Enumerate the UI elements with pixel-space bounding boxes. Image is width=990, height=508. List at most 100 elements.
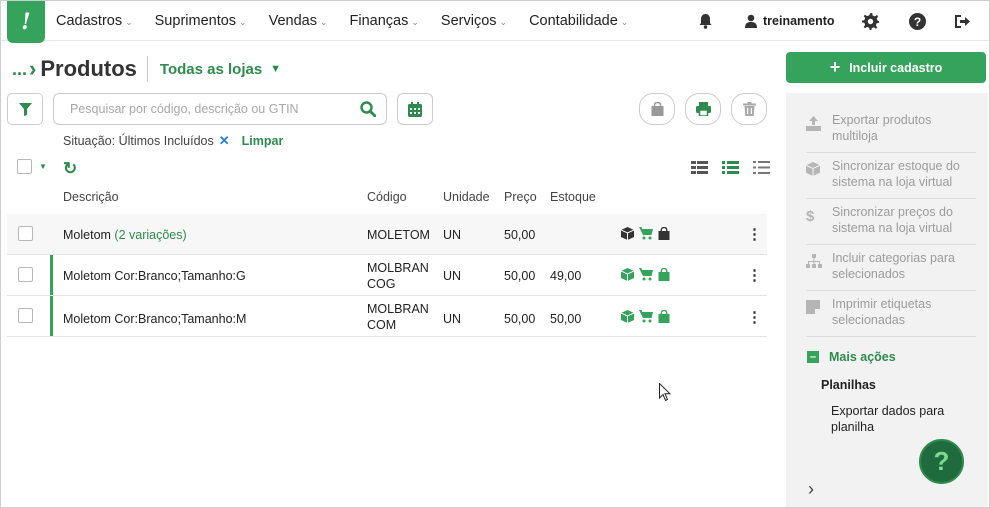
chevron-down-icon: ⌄: [125, 16, 133, 27]
breadcrumb-dots[interactable]: ...: [12, 59, 27, 80]
printer-icon: [695, 102, 711, 116]
menu-suprimentos[interactable]: Suprimentos ⌄: [155, 13, 247, 29]
table-row[interactable]: Moletom Cor:Branco;Tamanho:G MOLBRAN COG …: [7, 255, 767, 296]
active-filter: Situação: Últimos Incluídos ✕ Limpar: [63, 133, 283, 149]
export-spreadsheet-line2: planilha: [831, 420, 875, 434]
title-divider: [146, 56, 148, 82]
row-checkbox[interactable]: [18, 226, 33, 241]
row-price: 50,00: [504, 269, 536, 283]
menu-vendas[interactable]: Vendas ⌄: [269, 13, 328, 29]
box-icon: [621, 310, 634, 323]
help-chat-button[interactable]: ?: [919, 439, 964, 484]
row-code-line2: COM: [367, 318, 397, 332]
column-header-estoque[interactable]: Estoque: [550, 190, 596, 204]
caret-down-icon[interactable]: ▼: [39, 162, 47, 171]
row-actions-menu[interactable]: ⋮: [747, 225, 762, 243]
notifications-button[interactable]: [698, 1, 713, 41]
row-unit: UN: [443, 312, 462, 326]
print-button[interactable]: [685, 93, 721, 125]
chevron-down-icon: ⌄: [411, 16, 419, 27]
select-all-checkbox[interactable]: [17, 159, 32, 174]
svg-text:?: ?: [914, 15, 921, 29]
product-name: Moletom: [63, 228, 111, 242]
sidebar-item-label: Sincronizar estoque do sistema na loja vi…: [832, 158, 960, 190]
logo-glyph: !: [21, 9, 31, 35]
sidebar-item-label-line1: Sincronizar preços do: [832, 205, 953, 219]
row-accent-bar: [50, 296, 53, 336]
column-header-preco[interactable]: Preço: [504, 190, 537, 204]
caret-down-icon: ▼: [270, 63, 282, 75]
user-menu[interactable]: treinamento: [745, 1, 835, 41]
more-actions-toggle[interactable]: – Mais ações: [807, 350, 896, 364]
sidebar-item-sync-stock[interactable]: Sincronizar estoque do sistema na loja vi…: [805, 158, 976, 199]
sidebar-item-print-labels[interactable]: Imprimir etiquetas selecionadas: [806, 296, 976, 337]
table-row[interactable]: Moletom Cor:Branco;Tamanho:M MOLBRAN COM …: [7, 296, 767, 337]
row-status-icons: [621, 268, 670, 281]
row-actions-menu[interactable]: ⋮: [747, 308, 762, 326]
sidebar-item-label: Imprimir etiquetas selecionadas: [832, 296, 931, 328]
refresh-icon[interactable]: ↻: [63, 159, 77, 179]
sidebar-item-label-line1: Imprimir etiquetas: [832, 297, 932, 311]
table-row[interactable]: Moletom (2 variações) MOLETOM UN 50,00 ⋮: [7, 214, 767, 255]
remove-filter-icon[interactable]: ✕: [219, 133, 230, 149]
chevron-down-icon: ⌄: [319, 16, 328, 27]
column-header-codigo[interactable]: Código: [367, 190, 407, 204]
chevron-down-icon: ⌄: [620, 16, 629, 27]
shopping-bag-icon: [658, 310, 670, 323]
row-code: MOLBRAN COM: [367, 301, 429, 333]
row-description[interactable]: Moletom Cor:Branco;Tamanho:M: [63, 311, 246, 327]
row-actions-menu[interactable]: ⋮: [747, 266, 762, 284]
sidebar-item-label-line2: sistema na loja virtual: [832, 175, 953, 189]
export-spreadsheet-link[interactable]: Exportar dados para planilha: [831, 403, 961, 435]
variations-link[interactable]: (2 variações): [114, 228, 186, 242]
column-header-descricao[interactable]: Descrição: [63, 190, 119, 204]
logout-button[interactable]: [954, 1, 971, 41]
settings-button[interactable]: [862, 1, 879, 41]
search-field: [53, 93, 387, 125]
row-unit: UN: [443, 269, 462, 283]
menu-cadastros[interactable]: Cadastros ⌄: [56, 13, 133, 29]
shopping-bag-icon: [651, 102, 663, 116]
sidebar-item-label-line1: Incluir categorias para: [832, 251, 955, 265]
sidebar-item-label-line2: multiloja: [832, 129, 878, 143]
include-record-label: Incluir cadastro: [849, 60, 943, 75]
row-code: MOLBRAN COG: [367, 260, 429, 292]
sidebar-item-include-categories[interactable]: Incluir categorias para selecionados: [806, 250, 976, 291]
sidebar-item-export-multiloja[interactable]: Exportar produtos multiloja: [806, 112, 976, 153]
column-header-unidade[interactable]: Unidade: [443, 190, 490, 204]
help-button[interactable]: ?: [909, 1, 926, 41]
breadcrumb: ... › Produtos Todas as lojas ▼: [12, 56, 281, 82]
list-view-icon[interactable]: [722, 161, 739, 174]
menu-financas[interactable]: Finanças ⌄: [350, 13, 419, 29]
bell-icon: [699, 14, 712, 29]
menu-servicos[interactable]: Serviços ⌄: [441, 13, 507, 29]
search-icon[interactable]: [360, 101, 377, 120]
app-logo[interactable]: !: [7, 1, 45, 43]
menu-financas-label: Finanças: [349, 13, 409, 29]
row-checkbox[interactable]: [18, 267, 33, 282]
compact-list-icon[interactable]: [753, 161, 770, 174]
sidebar-item-label: Incluir categorias para selecionados: [832, 250, 955, 282]
sidebar-item-label-line1: Exportar produtos: [832, 113, 932, 127]
shopping-bag-icon: [658, 268, 670, 281]
search-input[interactable]: [70, 102, 340, 116]
chevron-right-icon[interactable]: ›: [808, 479, 814, 500]
box-icon: [621, 227, 634, 240]
table-view-icon[interactable]: [691, 161, 708, 174]
row-description[interactable]: Moletom (2 variações): [63, 227, 187, 243]
include-record-button[interactable]: + Incluir cadastro: [786, 52, 986, 83]
store-bag-button[interactable]: [639, 93, 675, 125]
store-selector[interactable]: Todas as lojas ▼: [160, 61, 281, 78]
sidebar-item-sync-prices[interactable]: $ Sincronizar preços do sistema na loja v…: [806, 204, 976, 245]
trash-icon: [742, 102, 756, 116]
row-price: 50,00: [504, 312, 536, 326]
delete-button[interactable]: [731, 93, 767, 125]
date-filter-button[interactable]: [397, 93, 433, 125]
filter-button[interactable]: [7, 93, 43, 125]
menu-suprimentos-label: Suprimentos: [154, 13, 237, 29]
row-description[interactable]: Moletom Cor:Branco;Tamanho:G: [63, 268, 246, 284]
row-checkbox[interactable]: [18, 308, 33, 323]
menu-contabilidade[interactable]: Contabilidade ⌄: [529, 13, 628, 29]
clear-filters-link[interactable]: Limpar: [242, 134, 284, 148]
cart-icon: [639, 268, 653, 281]
